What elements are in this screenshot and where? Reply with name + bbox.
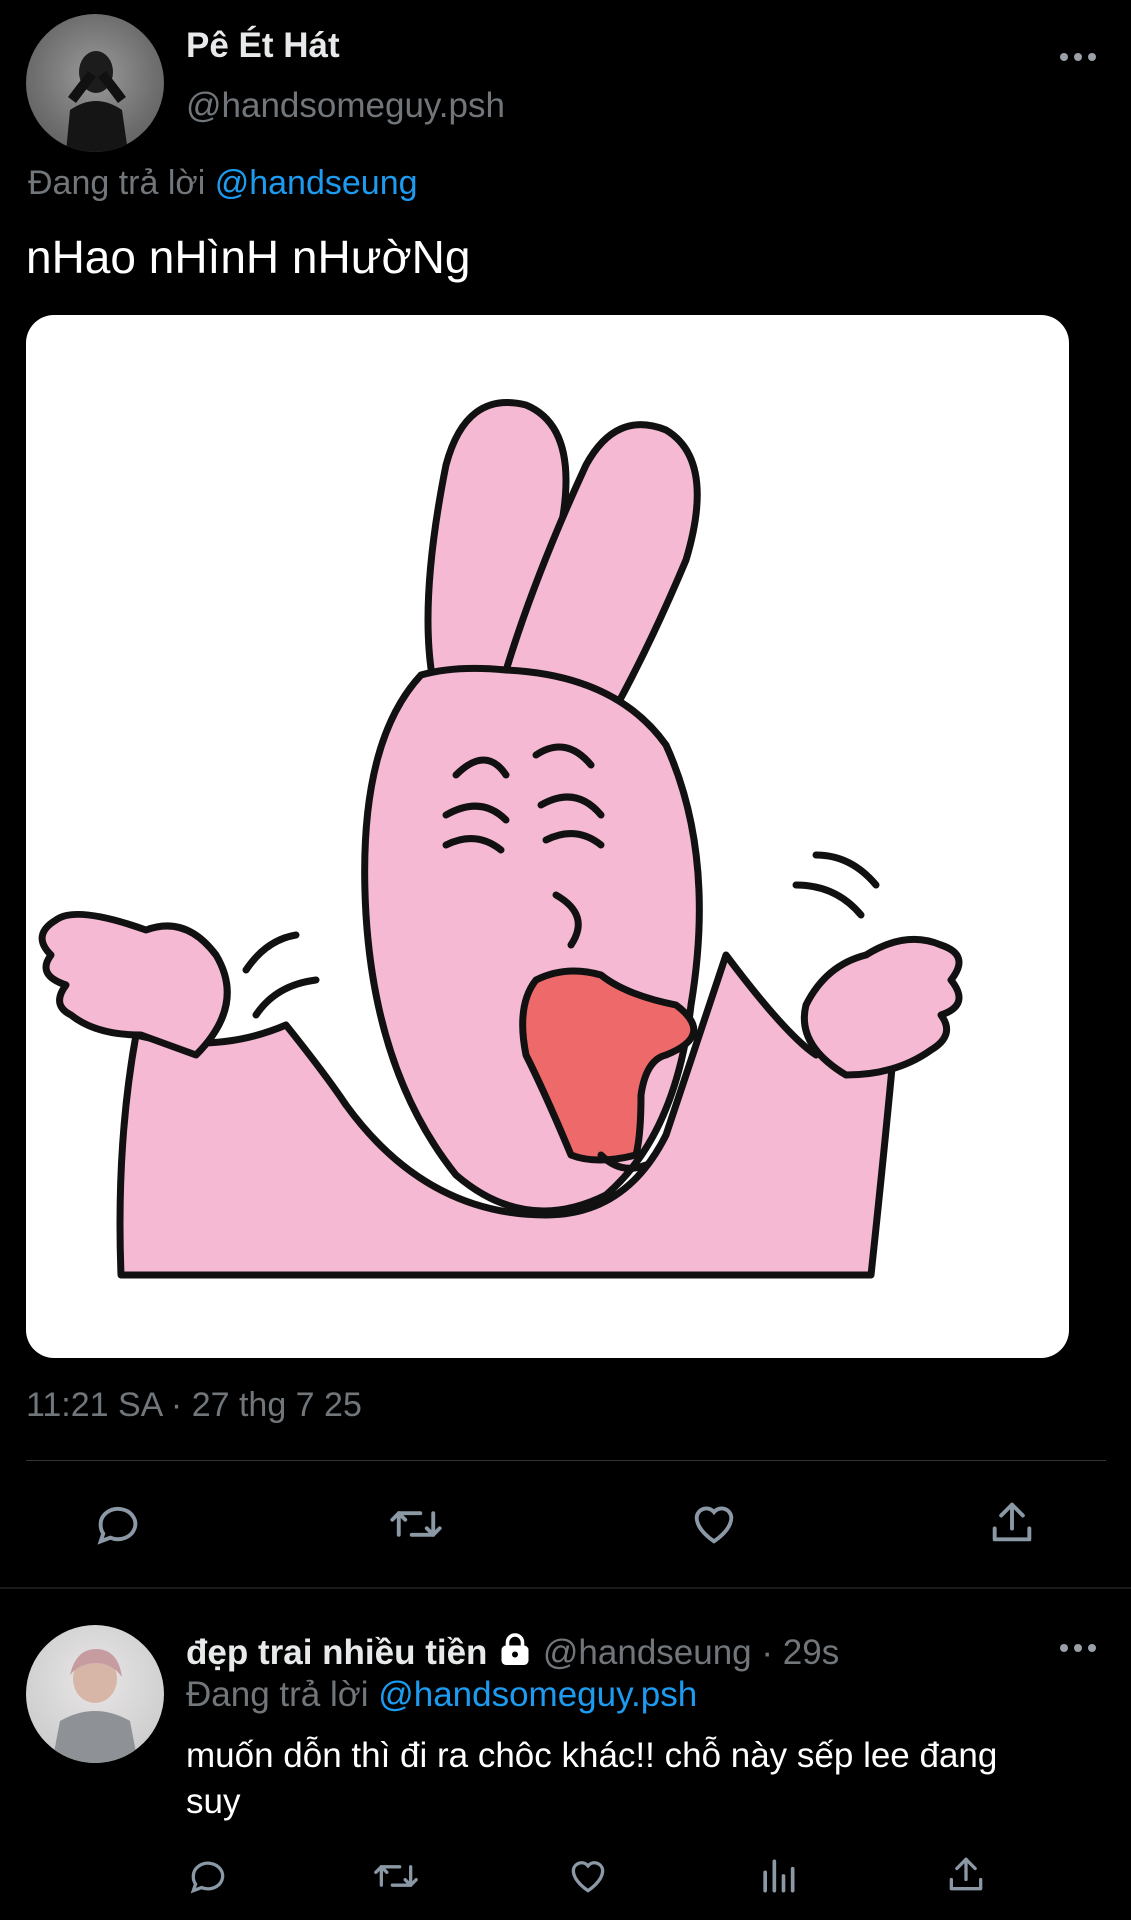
pink-rabbit-shrug-sticker [38, 399, 963, 1279]
reply-to-link[interactable]: @handsomeguy.psh [378, 1675, 697, 1714]
reply-retweet-icon[interactable] [372, 1854, 420, 1898]
reply-views-icon[interactable] [756, 1854, 800, 1898]
lock-icon [497, 1632, 533, 1668]
reply-context: Đang trả lời @handseung [28, 164, 418, 203]
reply-reply-icon[interactable] [186, 1854, 230, 1898]
reply-reply-context: Đang trả lời @handsomeguy.psh [186, 1675, 697, 1715]
section-divider [0, 1587, 1131, 1589]
more-horizontal-icon[interactable] [1058, 50, 1098, 64]
author-avatar[interactable] [26, 14, 164, 152]
reply-author-avatar[interactable] [26, 1625, 164, 1763]
reply-time[interactable]: 29s [783, 1633, 839, 1672]
author-handle[interactable]: @handsomeguy.psh [186, 86, 505, 126]
divider [26, 1460, 1106, 1461]
tweet-media[interactable] [26, 315, 1069, 1358]
reply-more-horizontal-icon[interactable] [1058, 1641, 1098, 1655]
share-icon[interactable] [986, 1496, 1038, 1548]
reply-author-name[interactable]: đẹp trai nhiều tiền [186, 1633, 487, 1672]
reply-to-link[interactable]: @handseung [215, 164, 418, 202]
reply-prefix: Đang trả lời [186, 1675, 369, 1714]
avatar-photo [66, 51, 128, 152]
tweet-timestamp[interactable]: 11:21 SA · 27 thg 7 25 [26, 1386, 362, 1425]
reply-author-handle[interactable]: @handseung [543, 1633, 752, 1672]
author-name[interactable]: Pê Ét Hát [186, 26, 340, 66]
reply-prefix: Đang trả lời [28, 164, 206, 202]
reply-like-icon[interactable] [566, 1854, 610, 1898]
tweet-text: nHao nHìnH nHườNg [26, 231, 471, 283]
like-icon[interactable] [688, 1498, 740, 1550]
avatar-photo [52, 1649, 138, 1763]
reply-text: muốn dỗn thì đi ra chôc khác!! chỗ này s… [186, 1736, 998, 1821]
retweet-icon[interactable] [388, 1498, 444, 1550]
reply-separator: · [761, 1633, 774, 1672]
reply-header: đẹp trai nhiều tiền @handseung · 29s [186, 1632, 839, 1673]
reply-share-icon[interactable] [944, 1852, 988, 1896]
reply-icon[interactable] [92, 1498, 144, 1550]
